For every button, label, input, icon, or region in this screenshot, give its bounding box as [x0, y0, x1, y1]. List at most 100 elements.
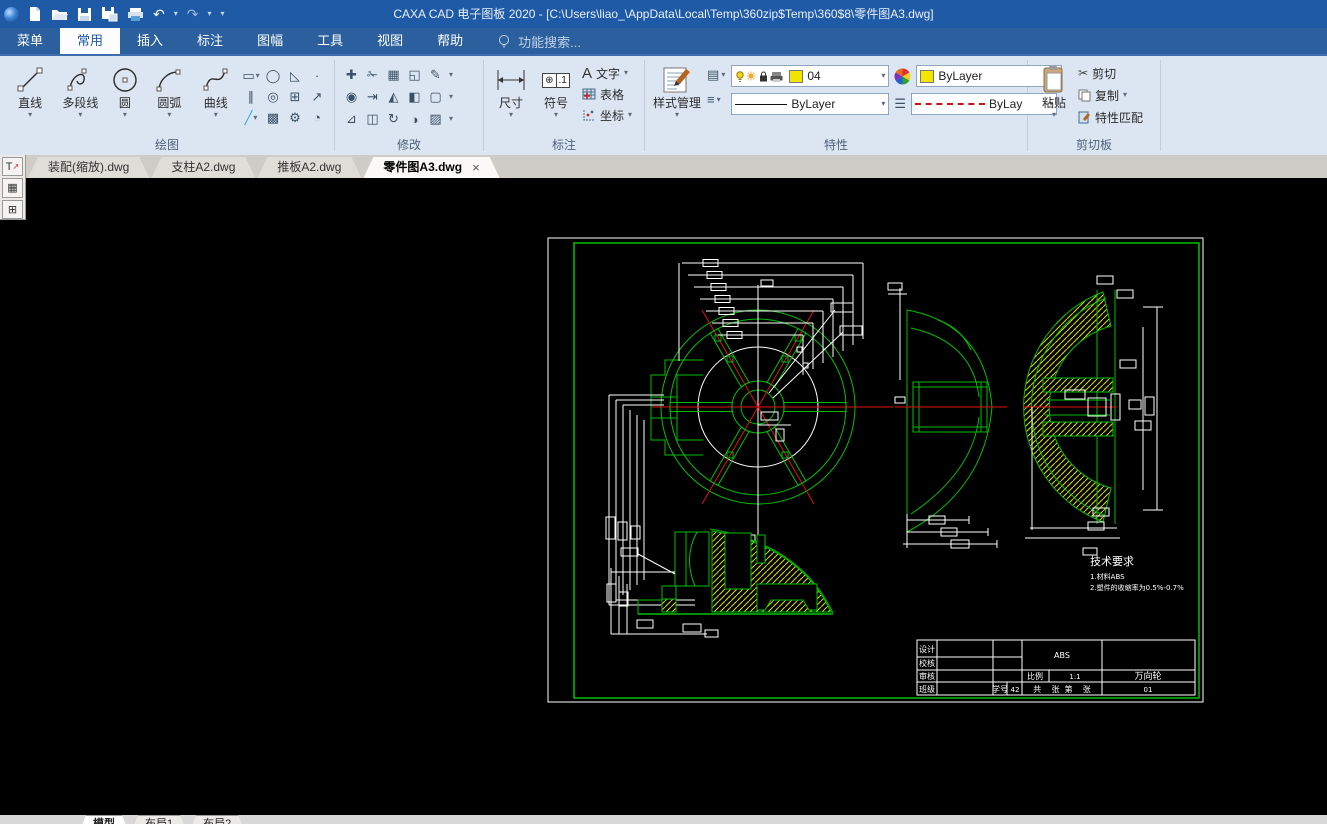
line-width-icon[interactable]: ≡ ▾ — [707, 92, 725, 107]
doc-tab-pushplate[interactable]: 推板A2.dwg — [257, 157, 361, 178]
arc-button[interactable]: 圆弧 ▾ — [147, 62, 191, 119]
array-icon[interactable]: ▦ — [383, 67, 404, 83]
point-icon[interactable]: · — [306, 68, 328, 83]
match-properties-button[interactable]: 特性匹配 — [1078, 108, 1143, 126]
text-style-icon[interactable]: T ↗ — [2, 157, 23, 177]
match-properties-icon — [1078, 111, 1090, 123]
chevron-down-icon[interactable]: ▾ — [123, 111, 127, 119]
side-view — [887, 282, 1007, 549]
bulb-icon — [499, 34, 510, 47]
tb-student-no: 42 — [1011, 686, 1020, 694]
arc-text-icon[interactable]: ◔ — [306, 110, 328, 125]
frame-icon[interactable]: ▢ — [425, 89, 446, 105]
chevron-down-icon[interactable]: ▾ — [675, 111, 679, 119]
scale-icon[interactable]: ⊿ — [341, 111, 362, 127]
move-icon[interactable]: ✚ — [341, 67, 362, 83]
tab-annotate[interactable]: 标注 — [180, 28, 240, 54]
shear-icon[interactable]: ◫ — [362, 111, 383, 127]
layout-tab-model[interactable]: 模型 — [78, 815, 130, 824]
panel-properties: 样式管理 ▾ ▤ ▾ ≡ ▾ 04 ▾ ByLayer ByLayer ▾ ☰ … — [645, 56, 1063, 155]
block-icon[interactable]: ⊞ — [284, 89, 306, 105]
ribbon: 直线 ▾ 多段线 ▾ 圆 ▾ 圆弧 ▾ 曲线 ▾ ▭ ▾ ◯ ◺ · ∥ ◎ ⊞… — [0, 56, 1327, 156]
color-swatch — [920, 69, 935, 83]
chevron-down-icon: ▾ — [881, 71, 886, 80]
tab-sheet[interactable]: 图幅 — [240, 28, 300, 54]
parallel-line-icon[interactable]: ∥ — [240, 89, 262, 105]
frame-settings-icon[interactable]: ⊞ — [2, 199, 23, 219]
tab-view[interactable]: 视图 — [360, 28, 420, 54]
hatch-edit-icon[interactable]: ▨ — [425, 111, 446, 127]
tech-requirements: 技术要求 1.材料ABS 2.塑件的收缩率为0.5%-0.7% — [1090, 555, 1184, 592]
layer-state-icons — [736, 70, 783, 82]
shade-icon[interactable]: ◑ — [404, 112, 425, 127]
corner-icon[interactable]: ◧ — [404, 89, 425, 105]
table-button[interactable]: 表格 — [582, 85, 632, 103]
drawing-canvas[interactable]: 技术要求 1.材料ABS 2.塑件的收缩率为0.5%-0.7% 设计 校核 审核 — [0, 178, 1327, 815]
tab-tools[interactable]: 工具 — [300, 28, 360, 54]
chevron-down-icon[interactable]: ▾ — [446, 71, 456, 79]
doc-tab-part-a3[interactable]: 零件图A3.dwg × — [363, 157, 499, 178]
tab-insert[interactable]: 插入 — [120, 28, 180, 54]
chevron-down-icon[interactable]: ▾ — [509, 111, 513, 119]
linetype-select[interactable]: ByLayer ▾ — [731, 93, 890, 115]
close-icon[interactable]: × — [472, 161, 480, 174]
cut-button[interactable]: ✂ 剪切 — [1078, 64, 1143, 82]
coordinate-button[interactable]: 坐标 ▾ — [582, 106, 632, 124]
chevron-down-icon[interactable]: ▾ — [214, 111, 218, 119]
text-button[interactable]: A 文字 ▾ — [582, 64, 632, 82]
sheet-settings-icon[interactable]: ▦ — [2, 178, 23, 198]
tech-line-2: 2.塑件的收缩率为0.5%-0.7% — [1090, 583, 1184, 592]
lineweight-icon[interactable]: ☰ — [894, 96, 906, 112]
layout-tab-2[interactable]: 布局2 — [188, 815, 246, 824]
chevron-down-icon[interactable]: ▾ — [446, 115, 456, 123]
stretch-icon[interactable]: ◱ — [404, 67, 425, 83]
paste-button[interactable]: 粘贴 ▾ — [1036, 62, 1072, 119]
dimension-button[interactable]: 尺寸 ▾ — [492, 62, 530, 119]
tb-row-check: 校核 — [919, 658, 935, 668]
edit-icon[interactable]: ✎ — [425, 67, 446, 83]
polyline-icon — [66, 64, 94, 96]
construction-line-icon[interactable]: ╱ ▾ — [240, 110, 262, 126]
chevron-down-icon[interactable]: ▾ — [446, 93, 456, 101]
tech-title: 技术要求 — [1090, 555, 1134, 568]
offset-icon[interactable]: ◉ — [341, 89, 362, 105]
polyline-button[interactable]: 多段线 ▾ — [58, 62, 102, 119]
extend-icon[interactable]: ⇥ — [362, 89, 383, 105]
copy-button[interactable]: 复制 ▾ — [1078, 86, 1143, 104]
tab-common[interactable]: 常用 — [60, 28, 121, 54]
dashed-line-sample — [914, 103, 985, 105]
function-search[interactable]: 功能搜索... — [498, 28, 581, 54]
menu-item-main[interactable]: 菜单 — [0, 28, 60, 54]
color-wheel-icon[interactable] — [894, 68, 911, 85]
line-button[interactable]: 直线 ▾ — [8, 62, 52, 119]
chevron-down-icon[interactable]: ▾ — [28, 111, 32, 119]
chevron-down-icon[interactable]: ▾ — [167, 111, 171, 119]
ellipse-icon[interactable]: ◯ — [262, 68, 284, 84]
style-manager-button[interactable]: 样式管理 ▾ — [653, 62, 701, 119]
curve-button[interactable]: 曲线 ▾ — [197, 62, 234, 119]
trim-icon[interactable]: ✁ — [362, 67, 383, 83]
hatch-icon[interactable]: ▩ — [262, 110, 284, 126]
chevron-down-icon[interactable]: ▾ — [1052, 111, 1056, 119]
donut-icon[interactable]: ◎ — [262, 89, 284, 105]
rotate-icon[interactable]: ↻ — [383, 111, 404, 127]
symbol-button[interactable]: ⊕ .1 符号 ▾ — [536, 62, 576, 119]
layout-tab-1[interactable]: 布局1 — [130, 815, 188, 824]
layer-select[interactable]: 04 ▾ — [731, 65, 890, 87]
chevron-down-icon[interactable]: ▾ — [78, 111, 82, 119]
circle-button[interactable]: 圆 ▾ — [109, 62, 142, 119]
panel-clipboard: 粘贴 ▾ ✂ 剪切 复制 ▾ 特性匹配 剪切板 — [1028, 56, 1160, 155]
rectangle-icon[interactable]: ▭ ▾ — [240, 68, 262, 84]
pick-arrow-icon[interactable]: ↗ — [306, 89, 328, 105]
title-block: 设计 校核 审核 班级 学号 42 ABS 比例 1:1 共 张 第 张 万向轮… — [916, 639, 1196, 696]
doc-tab-pillar[interactable]: 支柱A2.dwg — [151, 157, 255, 178]
dimension-icon — [495, 64, 527, 96]
spline-icon[interactable]: ◺ — [284, 68, 306, 84]
doc-tab-assembly[interactable]: 装配(缩放).dwg — [28, 157, 149, 178]
gear-icon[interactable]: ⚙ — [284, 110, 306, 126]
chevron-down-icon[interactable]: ▾ — [554, 111, 558, 119]
layer-tool-icon[interactable]: ▤ ▾ — [707, 67, 725, 83]
tab-help[interactable]: 帮助 — [420, 28, 480, 54]
chevron-down-icon: ▾ — [624, 68, 629, 77]
mirror-icon[interactable]: ◭ — [383, 89, 404, 105]
